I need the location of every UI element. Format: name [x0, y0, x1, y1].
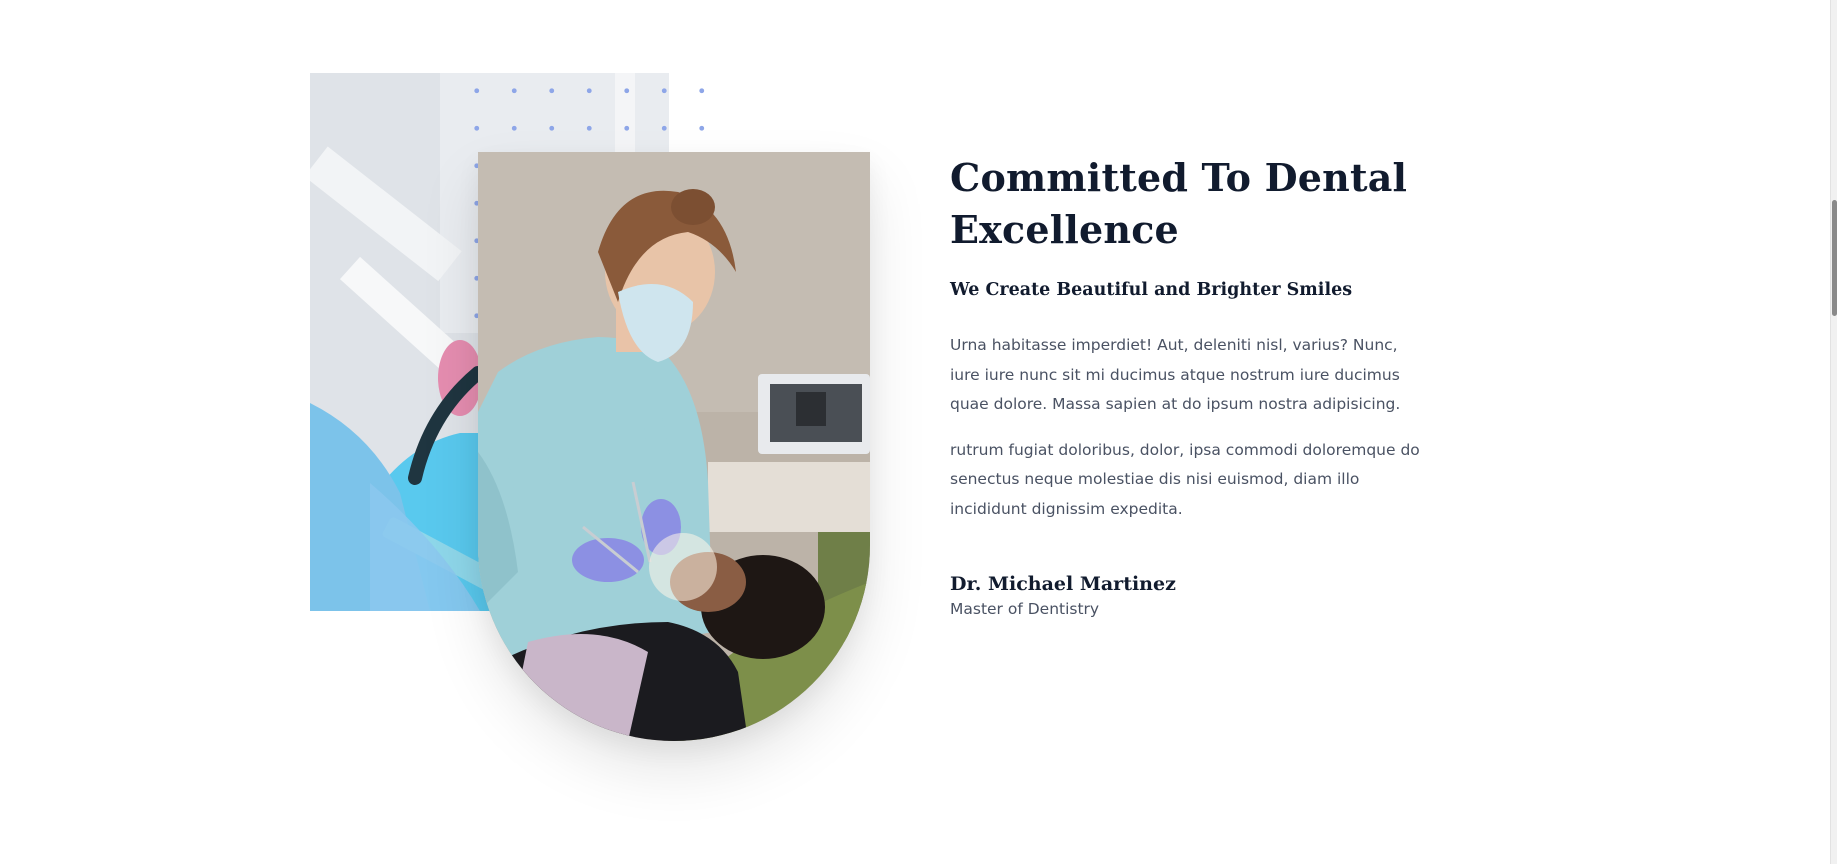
about-paragraph-1: Urna habitasse imperdiet! Aut, deleniti … [950, 336, 1401, 413]
author-name: Dr. Michael Martinez [950, 573, 1176, 595]
about-paragraph-2: rutrum fugiat doloribus, dolor, ipsa com… [950, 440, 1420, 518]
section-subheadline: We Create Beautiful and Brighter Smiles [950, 280, 1353, 300]
about-section: Committed To Dental Excellence We Create… [0, 0, 1837, 864]
page-scrollbar[interactable] [1830, 0, 1837, 864]
section-headline: Committed To Dental Excellence [950, 155, 1408, 252]
about-content: Committed To Dental Excellence We Create… [950, 152, 1430, 619]
page-scrollbar-thumb[interactable] [1832, 200, 1837, 316]
author-title: Master of Dentistry [950, 600, 1100, 618]
dentist-treating-patient-photo [478, 152, 870, 741]
about-media [0, 0, 900, 864]
author-block: Dr. Michael Martinez Master of Dentistry [950, 572, 1430, 619]
